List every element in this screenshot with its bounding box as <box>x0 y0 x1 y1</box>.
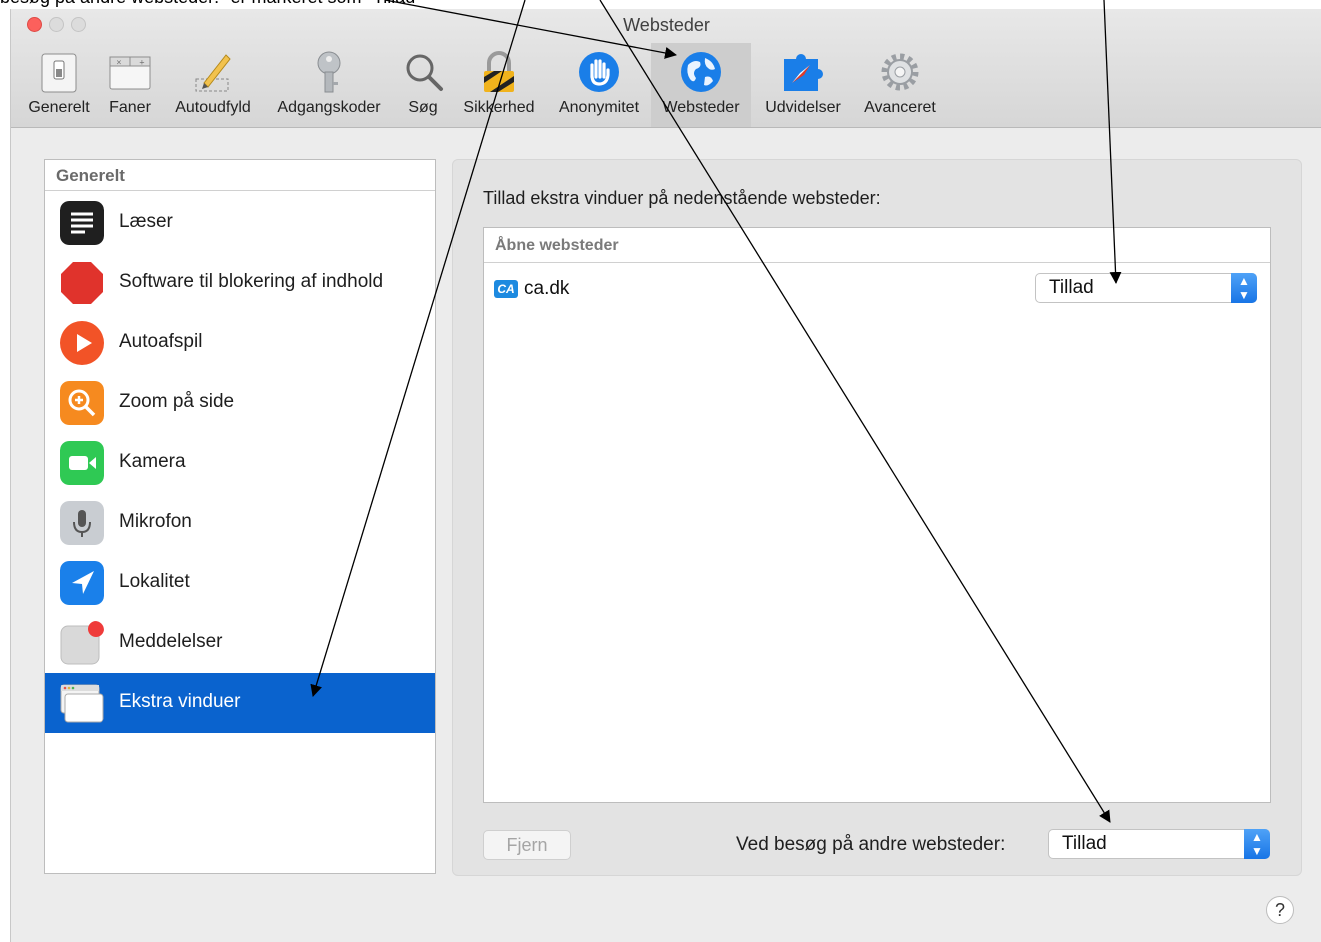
stop-icon <box>61 262 103 304</box>
tab-adgangskoder[interactable]: Adgangskoder <box>269 43 389 127</box>
play-icon <box>60 321 104 365</box>
popup-windows-icon <box>60 684 104 723</box>
tab-sikkerhed[interactable]: Sikkerhed <box>457 43 541 127</box>
help-button[interactable]: ? <box>1266 896 1294 924</box>
sidebar-item-label: Autoafspil <box>119 331 203 352</box>
titlebar: Websteder Generelt × + Faner Autoudfyld A… <box>11 9 1321 128</box>
table-header: Åbne websteder <box>484 228 1270 263</box>
websites-table[interactable]: Åbne websteder CA ca.dk Tillad ▲ ▼ <box>483 227 1271 803</box>
preferences-window: Websteder Generelt × + Faner Autoudfyld A… <box>10 9 1321 942</box>
tab-label: Sikkerhed <box>463 99 535 116</box>
switch-icon <box>41 53 77 93</box>
tab-websteder[interactable]: Websteder <box>651 43 751 127</box>
sidebar: Generelt Læser Software til blokering af… <box>44 159 436 874</box>
zoom-icon <box>60 381 104 425</box>
sidebar-item-label: Zoom på side <box>119 391 235 412</box>
sidebar-item-label: Læser <box>119 211 173 232</box>
remove-button[interactable]: Fjern <box>483 830 571 860</box>
sidebar-item-label: Meddelelser <box>119 631 223 652</box>
pencil-icon <box>195 54 231 92</box>
sidebar-item-label: Mikrofon <box>119 511 192 532</box>
sidebar-item-laeser[interactable]: Læser <box>45 193 435 253</box>
gear-icon <box>881 53 919 91</box>
tab-label: Søg <box>408 99 438 116</box>
sidebar-item-label: Kamera <box>119 451 186 472</box>
magnifier-icon <box>406 54 443 91</box>
tab-label: Faner <box>109 99 151 116</box>
hand-icon <box>579 52 619 92</box>
site-permission-select[interactable]: Tillad ▲ ▼ <box>1035 273 1257 303</box>
tab-avanceret[interactable]: Avanceret <box>855 43 945 127</box>
other-websites-label: Ved besøg på andre websteder: <box>736 834 1006 855</box>
sidebar-item-label: Lokalitet <box>119 571 190 592</box>
puzzle-icon <box>784 54 823 91</box>
sidebar-item-content-blockers[interactable]: Software til blokering af indhold <box>45 253 435 313</box>
lock-icon <box>484 51 514 92</box>
panel-heading: Tillad ekstra vinduer på nedenstående we… <box>483 188 881 208</box>
tab-udvidelser[interactable]: Udvidelser <box>757 43 849 127</box>
globe-icon <box>681 52 721 92</box>
favicon-icon: CA <box>494 279 518 298</box>
sidebar-item-lokalitet[interactable]: Lokalitet <box>45 553 435 613</box>
sidebar-item-zoom[interactable]: Zoom på side <box>45 373 435 433</box>
tab-label: Adgangskoder <box>277 99 381 116</box>
select-value: Tillad <box>1049 277 1094 298</box>
sidebar-item-autoafspil[interactable]: Autoafspil <box>45 313 435 373</box>
tab-label: Anonymitet <box>558 99 640 116</box>
tab-soeg[interactable]: Søg <box>399 43 447 127</box>
chevron-updown-icon: ▲ ▼ <box>1244 829 1270 859</box>
sidebar-item-ekstra-vinduer[interactable]: Ekstra vinduer <box>45 673 435 733</box>
tabs-icon: × + <box>109 56 151 90</box>
tab-autoudfyld[interactable]: Autoudfyld <box>167 43 259 127</box>
reader-icon <box>60 201 104 245</box>
tab-generelt[interactable]: Generelt <box>25 43 93 127</box>
svg-text:×: × <box>116 59 122 67</box>
tab-label: Autoudfyld <box>175 99 251 116</box>
tab-faner[interactable]: × + Faner <box>103 43 157 127</box>
camera-icon <box>60 441 104 485</box>
tab-label: Websteder <box>662 99 740 116</box>
chevron-updown-icon: ▲ ▼ <box>1231 273 1257 303</box>
tab-label: Generelt <box>28 99 90 116</box>
tab-anonymitet[interactable]: Anonymitet <box>551 43 647 127</box>
key-icon <box>317 51 341 93</box>
sidebar-item-meddelelser[interactable]: Meddelelser <box>45 613 435 673</box>
sidebar-item-kamera[interactable]: Kamera <box>45 433 435 493</box>
table-row[interactable]: CA ca.dk <box>494 278 569 300</box>
tab-label: Udvidelser <box>765 99 841 116</box>
sidebar-header: Generelt <box>45 160 435 191</box>
select-value: Tillad <box>1062 833 1107 854</box>
site-name: ca.dk <box>524 278 570 299</box>
window-title: Websteder <box>623 15 710 35</box>
svg-text:+: + <box>139 59 145 67</box>
sidebar-item-mikrofon[interactable]: Mikrofon <box>45 493 435 553</box>
sidebar-item-label: Software til blokering af indhold <box>119 271 384 292</box>
notifications-icon <box>60 621 104 665</box>
caption-text: besøg på andre websteder:" er markeret s… <box>0 0 422 8</box>
other-websites-select[interactable]: Tillad ▲ ▼ <box>1048 829 1270 859</box>
content-panel: Tillad ekstra vinduer på nedenstående we… <box>452 159 1302 876</box>
microphone-icon <box>60 501 104 545</box>
sidebar-item-label: Ekstra vinduer <box>119 691 241 712</box>
tab-label: Avanceret <box>864 99 936 116</box>
location-icon <box>60 561 104 605</box>
